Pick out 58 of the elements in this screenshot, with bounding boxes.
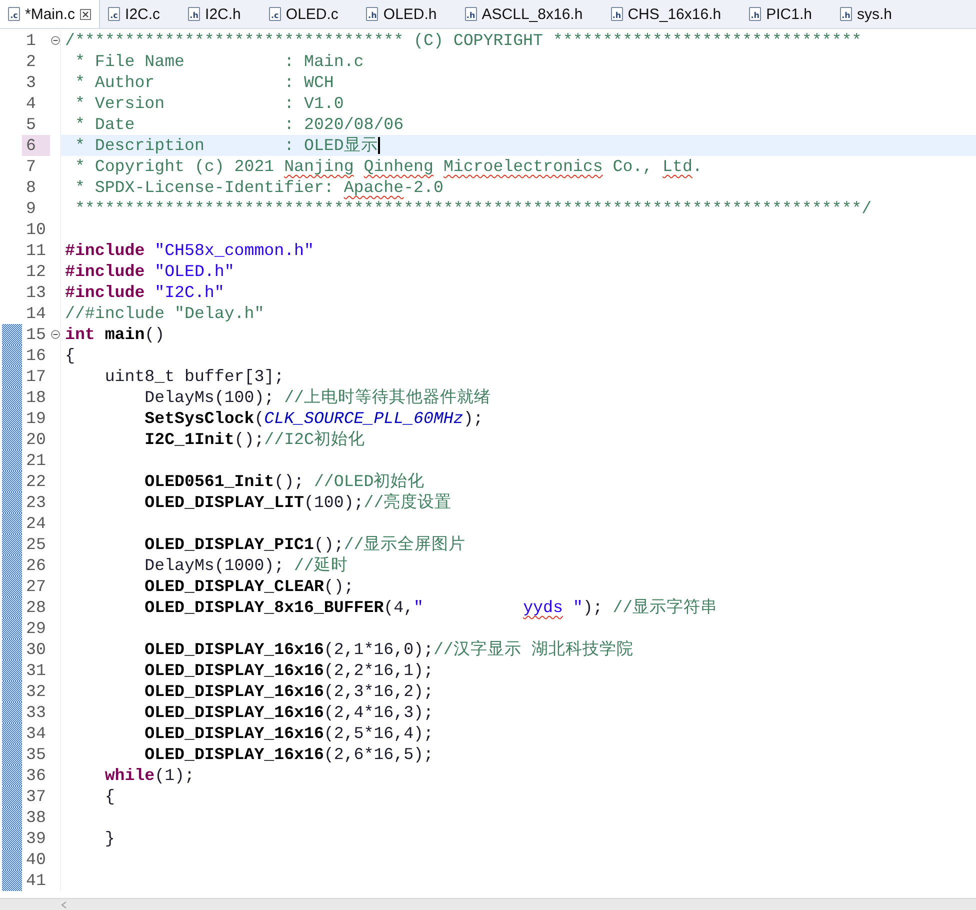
fold-icon[interactable] <box>50 36 60 45</box>
code-line: * Copyright (c) 2021 Nanjing Qinheng Microelectronics Co., Ltd. <box>74 157 702 176</box>
editor-tab[interactable]: .c OLED.c <box>260 0 358 28</box>
fold-icon[interactable] <box>50 330 60 339</box>
code-line: * Version : V1.0 <box>74 94 344 113</box>
code-line: * Author : WCH <box>74 73 334 92</box>
code-line: OLED_DISPLAY_CLEAR(); <box>144 577 354 596</box>
horizontal-scrollbar[interactable] <box>0 898 976 910</box>
editor-tab[interactable]: .h OLED.h <box>358 0 457 28</box>
file-icon: .c <box>108 7 120 21</box>
code-line: OLED_DISPLAY_16x16(2,6*16,5); <box>144 745 434 764</box>
code-line: DelayMs(1000); //延时 <box>144 556 348 575</box>
code-line: OLED_DISPLAY_16x16(2,1*16,0);//汉字显示 湖北科技学院 <box>144 640 634 659</box>
file-icon: .h <box>840 7 852 21</box>
text-cursor <box>378 137 380 154</box>
editor-tab[interactable]: .h sys.h <box>832 0 912 28</box>
editor-tab[interactable]: .h CHS_16x16.h <box>602 0 742 28</box>
code-line: while(1); <box>104 766 194 785</box>
editor-tab[interactable]: .h PIC1.h <box>741 0 832 28</box>
editor-tab[interactable]: .h I2C.h <box>180 0 261 28</box>
code-line: *******************************************************************************/ <box>74 199 872 218</box>
code-line: OLED0561_Init(); //OLED初始化 <box>144 472 425 491</box>
code-line: OLED_DISPLAY_8x16_BUFFER(4," yyds "); //显示字符串 <box>144 598 718 617</box>
code-line: OLED_DISPLAY_PIC1();//显示全屏图片 <box>144 535 466 554</box>
editor-tab[interactable]: .c I2C.c <box>100 0 180 28</box>
code-line: uint8_t buffer[3]; <box>104 367 284 386</box>
file-icon: .h <box>188 7 200 21</box>
code-line: * File Name : Main.c <box>74 52 364 71</box>
file-icon: .h <box>366 7 378 21</box>
code-line: { <box>104 787 115 806</box>
code-line: { <box>65 346 75 365</box>
code-line: * Date : 2020/08/06 <box>74 115 404 134</box>
code-line: int main() <box>65 325 165 344</box>
code-line: #include "I2C.h" <box>65 283 224 302</box>
file-icon: .c <box>8 7 20 21</box>
code-line: } <box>104 829 115 848</box>
file-icon: .c <box>268 7 281 21</box>
code-line: OLED_DISPLAY_16x16(2,3*16,2); <box>144 682 434 701</box>
code-line: OLED_DISPLAY_16x16(2,4*16,3); <box>144 703 434 722</box>
code-line: #include "CH58x_common.h" <box>65 241 314 260</box>
code-line: OLED_DISPLAY_LIT(100);//亮度设置 <box>144 493 452 512</box>
code-line: #include "OLED.h" <box>65 262 234 281</box>
editor-tab[interactable]: .c *Main.c <box>0 0 100 28</box>
code-line: OLED_DISPLAY_16x16(2,5*16,4); <box>144 724 434 743</box>
code-line: * SPDX-License-Identifier: Apache-2.0 <box>74 178 444 197</box>
file-icon: .h <box>610 7 623 21</box>
code-line: //#include "Delay.h" <box>65 304 264 323</box>
code-line: I2C_1Init();//I2C初始化 <box>144 430 365 449</box>
code-line: SetSysClock(CLK_SOURCE_PLL_60MHz); <box>144 409 484 428</box>
code-line: OLED_DISPLAY_16x16(2,2*16,1); <box>144 661 434 680</box>
file-icon: .h <box>749 7 762 21</box>
code-line: * Description : OLED显示 <box>74 136 378 155</box>
editor-tab[interactable]: .h ASCLL_8x16.h <box>456 0 603 28</box>
line-number: 6 <box>22 135 50 156</box>
file-icon: .h <box>464 7 477 21</box>
code-line: /********************************* (C) COPYRIGHT ******************************* <box>65 31 862 50</box>
code-line: DelayMs(100); //上电时等待其他器件就绪 <box>144 388 491 407</box>
close-icon[interactable] <box>80 8 92 20</box>
